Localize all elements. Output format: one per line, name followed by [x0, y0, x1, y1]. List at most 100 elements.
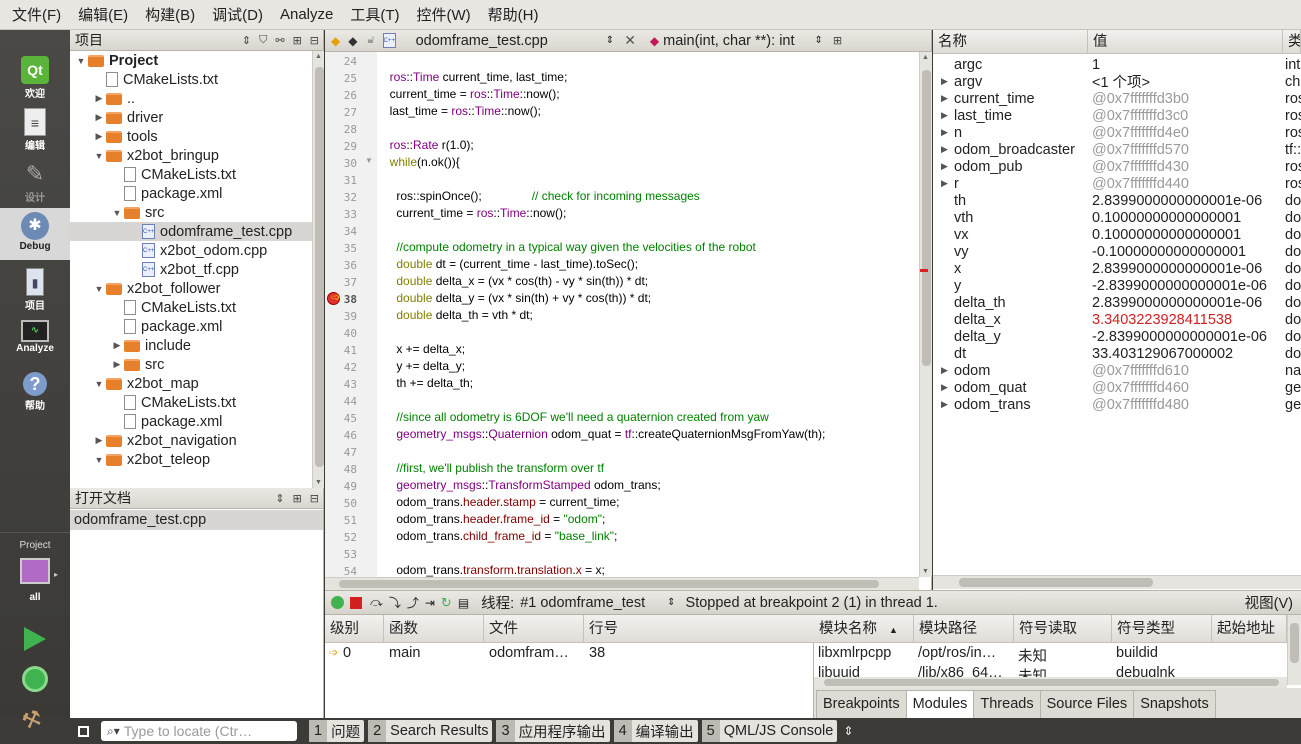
split-pane-icon[interactable]: ⊞ — [293, 492, 302, 505]
expand-arrow-icon[interactable]: ▶ — [941, 93, 948, 104]
tree-item[interactable]: ▼ x2bot_follower — [70, 279, 312, 298]
code-line[interactable]: double delta_th = vth * dt; — [383, 308, 532, 322]
code-line[interactable]: double dt = (current_time - last_time).t… — [383, 257, 638, 271]
menu-item[interactable]: 编辑(E) — [72, 4, 134, 25]
expand-arrow-icon[interactable]: ▶ — [941, 399, 948, 410]
modules-header-start-address[interactable]: 起始地址 — [1212, 615, 1287, 643]
mode-edit[interactable]: ≡ 编辑 — [0, 104, 70, 154]
stack-header-line[interactable]: 行号 — [584, 615, 814, 643]
nav-back-icon[interactable]: ◆ — [331, 34, 340, 48]
expand-arrow-icon[interactable]: ▶ — [110, 359, 124, 370]
code-line[interactable]: ros::Rate r(1.0); — [383, 138, 474, 152]
collapse-arrow-icon[interactable]: ▼ — [92, 151, 106, 161]
step-out-icon[interactable]: ⤴ — [407, 594, 419, 611]
tree-item[interactable]: ▶ driver — [70, 108, 312, 127]
operate-by-instruction-icon[interactable]: ▤ — [458, 596, 469, 610]
collapse-arrow-icon[interactable]: ▼ — [74, 56, 88, 66]
code-line[interactable]: geometry_msgs::TransformStamped odom_tra… — [383, 478, 660, 492]
nav-forward-icon[interactable]: ◆ — [348, 34, 357, 48]
expand-arrow-icon[interactable]: ▶ — [941, 144, 948, 155]
expand-arrow-icon[interactable]: ▶ — [941, 127, 948, 138]
thread-combo-arrows-icon[interactable]: ⇕ — [667, 597, 675, 608]
tab-snapshots[interactable]: Snapshots — [1133, 690, 1216, 718]
modules-header-symbols-type[interactable]: 符号类型 — [1112, 615, 1212, 643]
code-line[interactable]: while(n.ok()){ — [383, 155, 460, 169]
code-line[interactable]: //first, we'll publish the transform ove… — [383, 461, 604, 475]
expand-arrow-icon[interactable]: ▶ — [941, 76, 948, 87]
tree-item[interactable]: CMakeLists.txt — [70, 165, 312, 184]
modules-horizontal-scrollbar[interactable] — [814, 677, 1287, 688]
symbol-combo-arrows-icon[interactable]: ⇕ — [815, 35, 823, 46]
local-variable-row[interactable]: ▶ r @0x7fffffffd440 ros — [933, 175, 1301, 192]
kit-monitor-icon[interactable] — [20, 558, 50, 584]
collapse-arrow-icon[interactable]: ▼ — [92, 379, 106, 389]
tree-item[interactable]: CMakeLists.txt — [70, 70, 312, 89]
code-line[interactable]: last_time = ros::Time::now(); — [383, 104, 541, 118]
tree-item[interactable]: package.xml — [70, 317, 312, 336]
stack-row[interactable]: ➩ 0 main odomfram… 38 — [325, 643, 814, 663]
kit-chevron-icon[interactable]: ▸ — [54, 570, 58, 579]
mode-design[interactable]: ✎ 设计 — [0, 156, 70, 206]
expand-arrow-icon[interactable]: ▶ — [941, 365, 948, 376]
expand-arrow-icon[interactable]: ▶ — [941, 178, 948, 189]
output-pane-button[interactable]: 4 编译输出 — [613, 720, 698, 742]
code-line[interactable]: th += delta_th; — [383, 376, 473, 390]
code-line[interactable]: double delta_x = (vx * cos(th) - vy * si… — [383, 274, 648, 288]
step-into-icon[interactable]: ⤵ — [389, 594, 401, 611]
sort-toggle-icon[interactable]: ⇕ — [275, 492, 284, 505]
tab-breakpoints[interactable]: Breakpoints — [816, 690, 907, 718]
code-line[interactable]: odom_trans.child_frame_id = "base_link"; — [383, 529, 617, 543]
tree-item[interactable]: ▶ src — [70, 355, 312, 374]
mode-welcome[interactable]: Qt 欢迎 — [0, 52, 70, 102]
locals-header-name[interactable]: 名称 — [933, 30, 1088, 54]
locals-header-type[interactable]: 类 — [1283, 30, 1301, 54]
local-variable-row[interactable]: delta_y -2.8399000000000001e-06 do — [933, 328, 1301, 345]
stack-header-function[interactable]: 函数 — [384, 615, 484, 643]
tree-item[interactable]: ▶ include — [70, 336, 312, 355]
run-button[interactable] — [24, 627, 46, 651]
project-tree-scrollbar[interactable]: ▲ ▼ — [312, 51, 324, 488]
expand-arrow-icon[interactable]: ▶ — [92, 435, 106, 446]
file-combo-arrows-icon[interactable]: ⇕ — [606, 35, 614, 46]
code-line[interactable]: //compute odometry in a typical way give… — [383, 240, 756, 254]
local-variable-row[interactable]: ▶ odom_pub @0x7fffffffd430 ros — [933, 158, 1301, 175]
restart-icon[interactable]: ↻ — [441, 595, 452, 611]
code-line[interactable]: //since all odometry is 6DOF we'll need … — [383, 410, 768, 424]
code-text-area[interactable]: ros::Time current_time, last_time; curre… — [383, 52, 918, 577]
tree-item[interactable]: ▼ Project — [70, 51, 312, 70]
menu-item[interactable]: 帮助(H) — [482, 4, 545, 25]
tree-item[interactable]: ▶ tools — [70, 127, 312, 146]
split-editor-icon[interactable]: ⊞ — [833, 34, 842, 47]
pane-options-icon[interactable]: ⇕ — [843, 724, 853, 738]
output-pane-button[interactable]: 1 问题 — [309, 720, 365, 742]
output-pane-button[interactable]: 2 Search Results — [368, 720, 493, 742]
tree-item[interactable]: C++ odomframe_test.cpp — [70, 222, 312, 241]
local-variable-row[interactable]: vth 0.10000000000000001 do — [933, 209, 1301, 226]
code-line[interactable]: odom_trans.header.stamp = current_time; — [383, 495, 619, 509]
tree-item[interactable]: C++ x2bot_tf.cpp — [70, 260, 312, 279]
expand-arrow-icon[interactable]: ▶ — [110, 340, 124, 351]
local-variable-row[interactable]: delta_th 2.8399000000000001e-06 do — [933, 294, 1301, 311]
tree-item[interactable]: package.xml — [70, 184, 312, 203]
module-row[interactable]: libuuid/lib/x86_64… 未知 debuglnk — [814, 663, 1287, 678]
sort-toggle-icon[interactable]: ⇕ — [242, 34, 251, 47]
output-pane-button[interactable]: 5 QML/JS Console — [701, 720, 838, 742]
editor-vertical-scrollbar[interactable]: ▲ ▼ — [919, 52, 932, 577]
local-variable-row[interactable]: delta_x 3.3403223928411538 do — [933, 311, 1301, 328]
tree-item[interactable]: C++ x2bot_odom.cpp — [70, 241, 312, 260]
expand-arrow-icon[interactable]: ▶ — [92, 93, 106, 104]
stack-header-file[interactable]: 文件 — [484, 615, 584, 643]
tab-source-files[interactable]: Source Files — [1039, 690, 1135, 718]
split-pane-icon[interactable]: ⊞ — [293, 34, 302, 47]
thread-combo[interactable]: #1 odomframe_test — [520, 595, 645, 611]
tree-item[interactable]: CMakeLists.txt — [70, 393, 312, 412]
filter-icon[interactable]: ⛉ — [259, 34, 267, 47]
tree-item[interactable]: package.xml — [70, 412, 312, 431]
step-over-icon[interactable]: ⤼ — [370, 595, 383, 610]
menu-item[interactable]: 控件(W) — [411, 4, 477, 25]
local-variable-row[interactable]: vy -0.10000000000000001 do — [933, 243, 1301, 260]
local-variable-row[interactable]: vx 0.10000000000000001 do — [933, 226, 1301, 243]
close-pane-icon[interactable]: ⊟ — [310, 34, 319, 47]
local-variable-row[interactable]: ▶ odom @0x7fffffffd610 nav — [933, 362, 1301, 379]
expand-arrow-icon[interactable]: ▶ — [941, 382, 948, 393]
